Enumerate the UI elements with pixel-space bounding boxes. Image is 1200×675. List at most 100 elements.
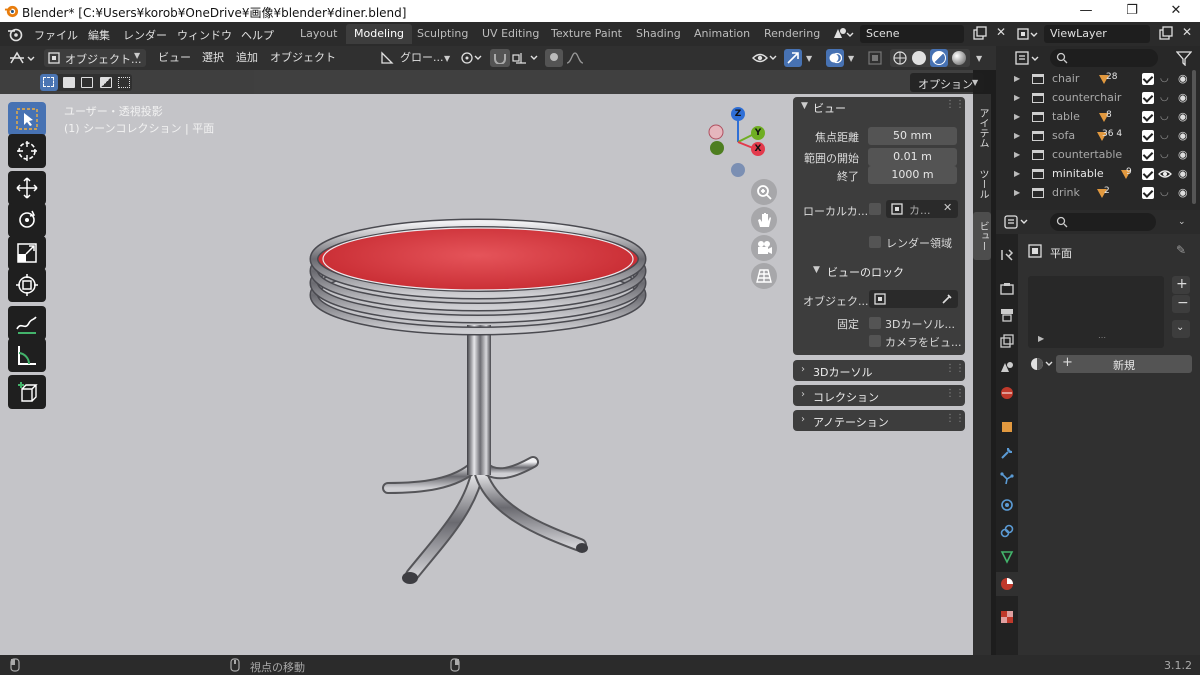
tab-tool[interactable]: ツール — [973, 162, 991, 206]
collection-panel[interactable]: › コレクション ⋮⋮ — [793, 385, 965, 406]
remove-viewlayer-icon[interactable]: ✕ — [1182, 25, 1192, 39]
menu-view[interactable]: ビュー — [158, 49, 191, 67]
tab-uv-editing[interactable]: UV Editing — [474, 24, 547, 44]
menu-help[interactable]: ヘルプ — [241, 27, 274, 43]
gizmo-toggle[interactable] — [784, 49, 802, 67]
xray-icon[interactable] — [868, 51, 882, 65]
chevron-down-icon[interactable]: ▼ — [801, 101, 808, 111]
falloff-icon[interactable] — [566, 51, 584, 65]
scene-selector[interactable]: Scene — [860, 25, 964, 43]
properties-editor-type-icon[interactable] — [1004, 215, 1032, 229]
tool-rotate[interactable] — [8, 203, 46, 237]
tool-add-cube[interactable] — [8, 375, 46, 409]
perspective-toggle-button[interactable] — [751, 263, 777, 289]
render-region-checkbox[interactable] — [869, 236, 881, 248]
camera-render-icon[interactable]: ◉ — [1178, 72, 1188, 85]
overlays-toggle[interactable] — [826, 49, 844, 67]
blender-menu-icon[interactable] — [7, 26, 23, 42]
snap-target-icon[interactable] — [512, 51, 540, 65]
tab-layout[interactable]: Layout — [292, 24, 345, 44]
world-tab-icon[interactable] — [1000, 386, 1014, 400]
outliner-row[interactable]: ▶ countertable ◡ ◉ — [996, 146, 1200, 164]
proportional-edit-toggle[interactable] — [545, 49, 563, 67]
view-lock-header[interactable]: ビューのロック — [827, 264, 904, 280]
output-tab-icon[interactable] — [1000, 308, 1014, 322]
menu-object[interactable]: オブジェクト — [270, 49, 336, 67]
transform-orientation-selector[interactable]: グロー... — [400, 49, 444, 67]
outliner-row[interactable]: ▶ minitable 9 ◉ — [996, 165, 1200, 183]
exclude-checkbox[interactable] — [1142, 111, 1154, 123]
outliner-display-mode-icon[interactable] — [1014, 50, 1042, 66]
outliner-scrollbar[interactable] — [1192, 70, 1196, 204]
solid-shading-icon[interactable] — [912, 51, 926, 65]
clear-icon[interactable]: ✕ — [943, 201, 952, 214]
select-invert-icon[interactable] — [100, 77, 112, 88]
render-tab-icon[interactable] — [1000, 282, 1014, 296]
clip-end-field[interactable]: 1000 m — [868, 166, 957, 184]
chevron-down-icon[interactable]: ▼ — [848, 54, 854, 63]
new-material-button[interactable]: + 新規 — [1056, 355, 1192, 373]
visibility-eye-icon[interactable] — [752, 50, 778, 66]
chevron-down-icon[interactable]: ▼ — [806, 54, 812, 63]
tool-tab-icon[interactable] — [1000, 248, 1014, 262]
particles-tab-icon[interactable] — [1000, 472, 1014, 486]
pin-icon[interactable]: ✎ — [1176, 243, 1186, 257]
tool-transform[interactable] — [8, 268, 46, 302]
chevron-down-icon[interactable]: ▼ — [976, 54, 982, 63]
tool-annotate[interactable] — [8, 306, 46, 340]
expand-icon[interactable]: ▶ — [1014, 74, 1020, 83]
exclude-checkbox[interactable] — [1142, 130, 1154, 142]
camera-render-icon[interactable]: ◉ — [1178, 129, 1188, 142]
copy-viewlayer-icon[interactable] — [1158, 26, 1174, 42]
tool-move[interactable] — [8, 171, 46, 205]
expand-icon[interactable]: ▶ — [1014, 93, 1020, 102]
material-slot-list[interactable]: ▶ ⋯ — [1028, 276, 1164, 348]
eye-closed-icon[interactable]: ◡ — [1160, 92, 1169, 103]
viewlayer-selector[interactable]: ViewLayer — [1044, 25, 1150, 43]
menu-add[interactable]: 追加 — [236, 49, 258, 67]
camera-render-icon[interactable]: ◉ — [1178, 186, 1188, 199]
eye-open-icon[interactable] — [1158, 168, 1172, 180]
outliner-row[interactable]: ▶ table 8 ◡ ◉ — [996, 108, 1200, 126]
outliner-row[interactable]: ▶ sofa 36 4 ◡ ◉ — [996, 127, 1200, 145]
wrench-icon[interactable] — [1000, 446, 1014, 460]
tab-view[interactable]: ビュー — [973, 212, 991, 260]
view-panel-header[interactable]: ビュー — [813, 100, 846, 116]
mesh-data-tab-icon[interactable] — [1000, 550, 1014, 564]
outliner-row[interactable]: ▶ chair 28 ◡ ◉ — [996, 70, 1200, 88]
scene-tab-icon[interactable] — [1000, 360, 1014, 374]
expand-icon[interactable]: ▶ — [1014, 112, 1020, 121]
resize-handle-icon[interactable]: ⋯ — [1098, 333, 1106, 342]
select-extend-icon[interactable] — [63, 77, 75, 88]
scene-icon[interactable] — [832, 26, 854, 42]
camera-view-button[interactable] — [751, 235, 777, 261]
rendered-shading-icon[interactable] — [952, 51, 966, 65]
snap-toggle[interactable] — [490, 49, 510, 67]
eye-closed-icon[interactable]: ◡ — [1160, 149, 1169, 160]
exclude-checkbox[interactable] — [1142, 149, 1154, 161]
drag-handle-icon[interactable]: ⋮⋮ — [945, 99, 965, 110]
minimize-button[interactable]: — — [1064, 0, 1108, 22]
view-layer-tab-icon[interactable] — [1000, 334, 1014, 348]
pivot-point-icon[interactable] — [460, 51, 482, 65]
expand-icon[interactable]: ▶ — [1038, 334, 1044, 343]
tool-select-box[interactable] — [8, 102, 46, 136]
eyedropper-icon[interactable] — [941, 293, 953, 305]
gizmo-x-axis[interactable]: X — [751, 142, 765, 156]
lock-camera-checkbox[interactable] — [869, 335, 881, 347]
material-tab[interactable] — [996, 572, 1018, 596]
eye-closed-icon[interactable]: ◡ — [1160, 111, 1169, 122]
select-subtract-icon[interactable] — [81, 77, 93, 88]
drag-handle-icon[interactable]: ⋮⋮ — [945, 388, 965, 399]
drag-handle-icon[interactable]: ⋮⋮ — [945, 363, 965, 374]
wireframe-shading-icon[interactable] — [893, 51, 907, 65]
outliner-row[interactable]: ▶ drink 2 ◡ ◉ — [996, 184, 1200, 202]
tab-item[interactable]: アイテム — [973, 102, 991, 154]
focal-length-field[interactable]: 50 mm — [868, 127, 957, 145]
properties-search-input[interactable] — [1050, 213, 1156, 231]
camera-render-icon[interactable]: ◉ — [1178, 91, 1188, 104]
camera-render-icon[interactable]: ◉ — [1178, 110, 1188, 123]
menu-select[interactable]: 選択 — [202, 49, 224, 67]
pan-button[interactable] — [751, 207, 777, 233]
menu-edit[interactable]: 編集 — [88, 27, 110, 43]
